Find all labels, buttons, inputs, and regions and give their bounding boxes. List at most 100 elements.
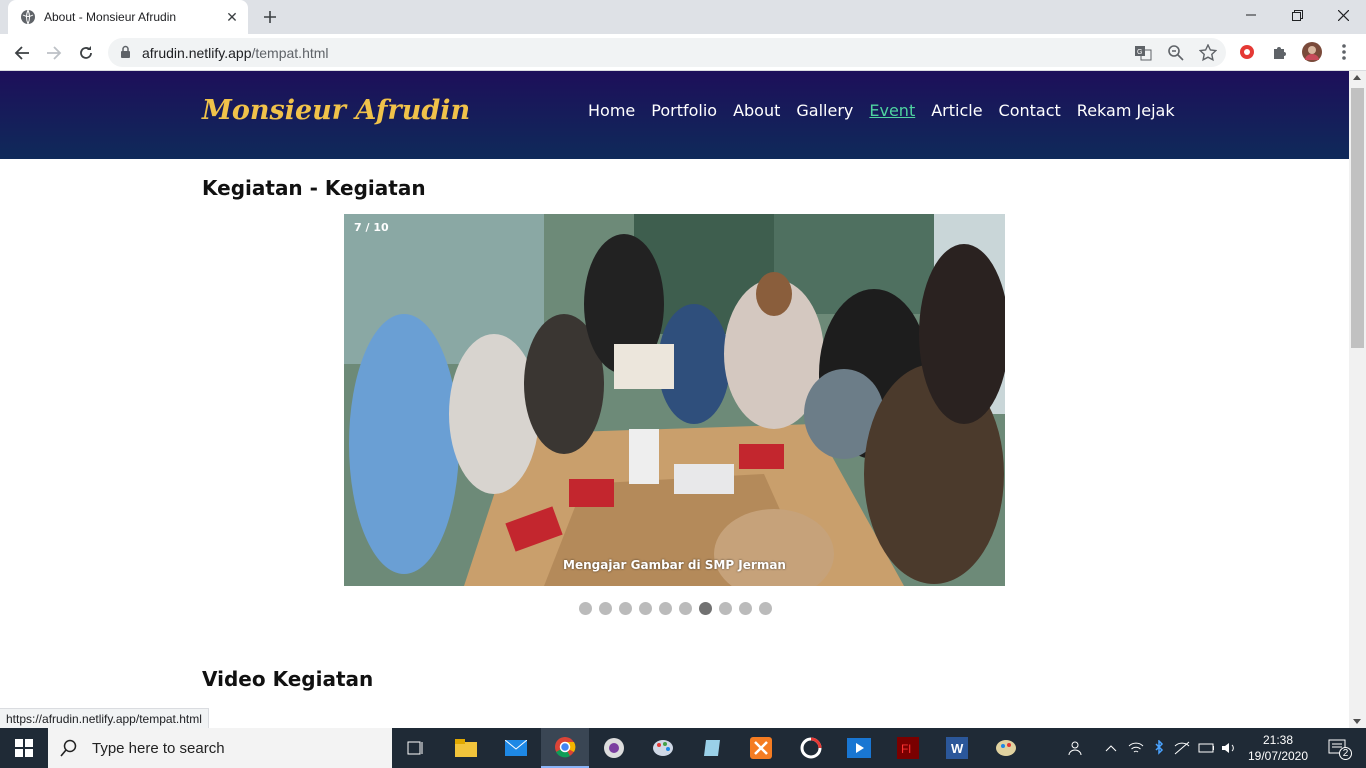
wifi-icon[interactable] [1128, 740, 1144, 756]
windows-icon [15, 739, 33, 757]
browser-tab[interactable]: About - Monsieur Afrudin ✕ [8, 0, 248, 34]
slide-dot[interactable] [759, 602, 772, 615]
close-icon [1337, 9, 1349, 21]
nav-contact[interactable]: Contact [999, 101, 1061, 120]
search-icon [60, 739, 77, 757]
slide-image [344, 214, 1005, 586]
section-title-video: Video Kegiatan [202, 667, 374, 691]
nav-event[interactable]: Event [869, 101, 915, 120]
new-tab-button[interactable] [258, 6, 282, 28]
slide-dot[interactable] [679, 602, 692, 615]
clock-date: 19/07/2020 [1247, 749, 1309, 763]
chevron-up-icon[interactable] [1103, 740, 1119, 756]
paint-icon[interactable] [639, 728, 687, 768]
extension-red-icon[interactable] [1237, 42, 1257, 62]
restore-button[interactable] [1274, 0, 1320, 30]
video-editor-icon[interactable] [835, 728, 883, 768]
media-player-icon[interactable] [590, 728, 638, 768]
back-button[interactable] [8, 39, 36, 67]
windows-taskbar: Type here to search Fl W 21:38 19/07/202… [0, 728, 1366, 768]
word-icon[interactable]: W [933, 728, 981, 768]
zoom-icon[interactable] [1167, 44, 1185, 62]
minimize-button[interactable] [1228, 0, 1274, 30]
nav-about[interactable]: About [733, 101, 780, 120]
slide-dot[interactable] [579, 602, 592, 615]
arrow-left-icon [14, 46, 29, 60]
brand-logo[interactable]: Monsieur Afrudin [202, 95, 470, 126]
browser-titlebar: About - Monsieur Afrudin ✕ [0, 0, 1366, 34]
scroll-down-icon[interactable] [1353, 719, 1361, 724]
notepad-icon[interactable] [688, 728, 736, 768]
forward-button[interactable] [40, 39, 68, 67]
taskbar-search[interactable]: Type here to search [48, 728, 392, 768]
main-nav: Home Portfolio About Gallery Event Artic… [588, 101, 1191, 120]
volume-icon[interactable] [1221, 740, 1237, 756]
status-bar-url: https://afrudin.netlify.app/tempat.html [0, 708, 209, 728]
restore-icon [1291, 9, 1303, 21]
url-text[interactable]: afrudin.netlify.app/tempat.html [142, 45, 329, 61]
clock-time: 21:38 [1262, 733, 1294, 747]
nav-home[interactable]: Home [588, 101, 635, 120]
lock-icon [121, 45, 130, 58]
address-bar[interactable]: afrudin.netlify.app/tempat.html G [108, 38, 1226, 67]
slide-counter: 7 / 10 [354, 221, 389, 234]
people-icon[interactable] [1067, 740, 1083, 756]
section-title-kegiatan: Kegiatan - Kegiatan [202, 176, 426, 200]
url-path: /tempat.html [251, 45, 329, 61]
nav-article[interactable]: Article [931, 101, 982, 120]
nav-gallery[interactable]: Gallery [796, 101, 853, 120]
browser-toolbar: afrudin.netlify.app/tempat.html G [0, 34, 1366, 71]
slide-dot[interactable] [719, 602, 732, 615]
reload-button[interactable] [72, 39, 100, 67]
bluetooth-icon[interactable] [1151, 740, 1167, 756]
menu-icon[interactable] [1334, 42, 1354, 62]
slide-dots [579, 602, 772, 615]
task-view-icon[interactable] [392, 728, 440, 768]
tab-close-icon[interactable]: ✕ [224, 9, 240, 25]
site-header: Monsieur Afrudin Home Portfolio About Ga… [0, 71, 1349, 159]
minimize-icon [1246, 14, 1256, 16]
scroll-thumb[interactable] [1351, 88, 1364, 348]
battery-icon[interactable] [1198, 740, 1214, 756]
network-off-icon[interactable] [1174, 740, 1190, 756]
circle-app-icon[interactable] [787, 728, 835, 768]
notification-center-icon[interactable]: 2 [1326, 739, 1352, 760]
slide-dot[interactable] [659, 602, 672, 615]
plus-icon [264, 11, 276, 23]
globe-icon [21, 9, 35, 25]
profile-avatar[interactable] [1302, 42, 1322, 62]
nav-portfolio[interactable]: Portfolio [651, 101, 717, 120]
url-host: afrudin.netlify.app [142, 45, 252, 61]
slide-dot[interactable] [739, 602, 752, 615]
scroll-up-icon[interactable] [1353, 75, 1361, 80]
flash-icon[interactable]: Fl [884, 728, 932, 768]
slide-caption: Mengajar Gambar di SMP Jerman [563, 558, 786, 572]
slide-dot[interactable] [639, 602, 652, 615]
svg-text:G: G [1137, 49, 1142, 56]
reload-icon [80, 46, 92, 59]
translate-icon[interactable]: G [1134, 44, 1152, 62]
close-window-button[interactable] [1320, 0, 1366, 30]
nav-rekam-jejak[interactable]: Rekam Jejak [1077, 101, 1175, 120]
xampp-icon[interactable] [737, 728, 785, 768]
paint-brush-icon[interactable] [982, 728, 1030, 768]
chrome-icon[interactable] [541, 728, 589, 768]
star-icon[interactable] [1199, 44, 1217, 62]
slideshow[interactable]: 7 / 10 Mengajar Gambar di SMP Jerman [344, 214, 1005, 586]
svg-text:W: W [951, 741, 964, 756]
start-button[interactable] [0, 728, 48, 768]
arrow-right-icon [47, 46, 62, 60]
puzzle-icon[interactable] [1270, 42, 1290, 62]
mail-icon[interactable] [492, 728, 540, 768]
search-placeholder: Type here to search [92, 739, 225, 757]
notification-count: 2 [1339, 747, 1352, 760]
page-scrollbar[interactable] [1349, 71, 1366, 728]
svg-text:Fl: Fl [901, 742, 911, 756]
tab-title: About - Monsieur Afrudin [44, 10, 177, 24]
slide-dot-active[interactable] [699, 602, 712, 615]
slide-dot[interactable] [599, 602, 612, 615]
page-viewport: Monsieur Afrudin Home Portfolio About Ga… [0, 71, 1366, 728]
system-clock[interactable]: 21:38 19/07/2020 [1247, 732, 1309, 764]
slide-dot[interactable] [619, 602, 632, 615]
file-explorer-icon[interactable] [442, 728, 490, 768]
